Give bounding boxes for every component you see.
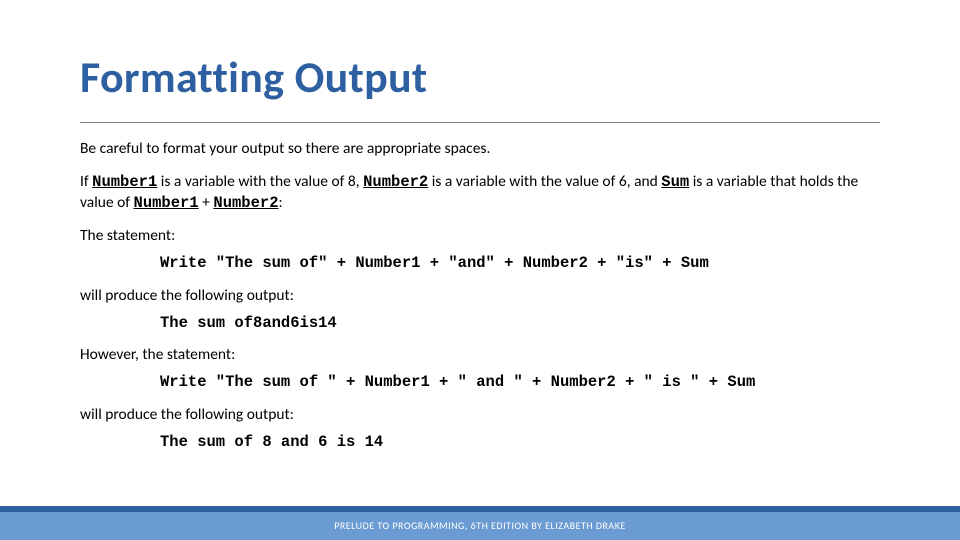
- intro-text: Be careful to format your output so ther…: [80, 139, 880, 160]
- text-part: is a variable with the value of 6, and: [428, 172, 661, 191]
- text-part: is a variable with the value of 8,: [157, 172, 363, 191]
- however-label: However, the statement:: [80, 345, 880, 366]
- slide: Formatting Output Be careful to format y…: [0, 0, 960, 540]
- var-number1: Number1: [92, 173, 157, 191]
- output-line-2: The sum of 8 and 6 is 14: [80, 432, 880, 453]
- statement-label-1: The statement:: [80, 226, 880, 247]
- footer-band: PRELUDE TO PROGRAMMING, 6TH EDITION BY E…: [0, 506, 960, 540]
- slide-title: Formatting Output: [80, 50, 880, 104]
- output-line-1: The sum of8and6is14: [80, 313, 880, 334]
- footer-text: PRELUDE TO PROGRAMMING, 6TH EDITION BY E…: [0, 512, 960, 540]
- code-line-2: Write "The sum of " + Number1 + " and " …: [80, 372, 880, 393]
- var-sum: Sum: [661, 173, 689, 191]
- text-part: :: [279, 193, 283, 212]
- var-number2: Number2: [363, 173, 428, 191]
- variables-description: If Number1 is a variable with the value …: [80, 172, 880, 214]
- title-divider: [80, 122, 880, 123]
- text-part: +: [199, 193, 214, 212]
- text-part: If: [80, 172, 92, 191]
- code-line-1: Write "The sum of" + Number1 + "and" + N…: [80, 253, 880, 274]
- produce-label-2: will produce the following output:: [80, 405, 880, 426]
- var-number1-b: Number1: [134, 194, 199, 212]
- var-number2-b: Number2: [213, 194, 278, 212]
- produce-label-1: will produce the following output:: [80, 286, 880, 307]
